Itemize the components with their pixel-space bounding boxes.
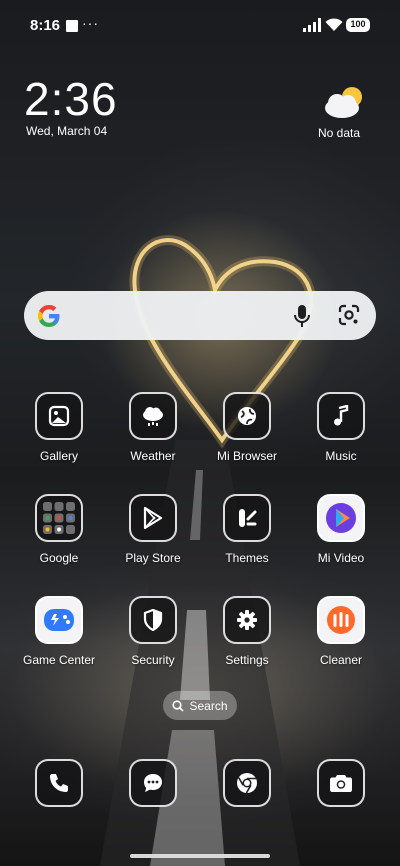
app-search-button[interactable]: Search — [163, 691, 237, 720]
app-label: Weather — [130, 449, 176, 463]
app-label: Cleaner — [319, 653, 363, 667]
dock-messages[interactable] — [129, 759, 177, 807]
app-label: Music — [325, 449, 357, 463]
game-center-icon — [35, 596, 83, 644]
globe-icon — [223, 392, 271, 440]
app-label: Game Center — [22, 653, 96, 667]
mi-video-icon — [317, 494, 365, 542]
battery-icon: 100 — [346, 18, 370, 32]
app-gallery[interactable]: Gallery — [12, 392, 106, 463]
chrome-icon — [237, 773, 257, 794]
search-icon — [172, 699, 185, 712]
dock-phone[interactable] — [35, 759, 83, 807]
play-store-icon — [129, 494, 177, 542]
app-label: Security — [131, 653, 175, 667]
app-weather[interactable]: Weather — [106, 392, 200, 463]
weather-text: No data — [317, 126, 361, 140]
google-lens-icon[interactable] — [338, 304, 360, 326]
weather-widget[interactable]: No data — [314, 84, 374, 140]
more-notifications-icon: ··· — [82, 15, 99, 31]
shield-icon — [129, 596, 177, 644]
gallery-icon — [35, 392, 83, 440]
app-label: Themes — [225, 551, 269, 565]
music-note-icon — [317, 392, 365, 440]
home-indicator[interactable] — [130, 854, 270, 858]
cleaner-icon — [317, 596, 365, 644]
app-play-store[interactable]: Play Store — [106, 494, 200, 565]
app-google-folder[interactable]: Google — [12, 494, 106, 565]
app-label: Settings — [225, 653, 269, 667]
app-settings[interactable]: Settings — [200, 596, 294, 667]
themes-icon — [223, 494, 271, 542]
gear-icon — [223, 596, 271, 644]
app-game-center[interactable]: Game Center — [12, 596, 106, 667]
signal-icon — [303, 18, 321, 32]
notification-icon — [66, 20, 78, 32]
weather-cloud-icon — [129, 392, 177, 440]
app-security[interactable]: Security — [106, 596, 200, 667]
camera-icon — [330, 775, 352, 792]
app-mi-browser[interactable]: Mi Browser — [200, 392, 294, 463]
clock-date[interactable]: Wed, March 04 — [26, 124, 107, 138]
app-label: Gallery — [39, 449, 78, 463]
app-label: Mi Video — [317, 551, 365, 565]
app-music[interactable]: Music — [294, 392, 388, 463]
app-label: Play Store — [125, 551, 181, 565]
voice-search-icon[interactable] — [292, 304, 312, 328]
google-search-bar[interactable] — [24, 291, 376, 340]
weather-sun-cloud-icon — [325, 87, 362, 118]
app-cleaner[interactable]: Cleaner — [294, 596, 388, 667]
status-time: 8:16 — [30, 17, 61, 34]
phone-icon — [50, 774, 68, 792]
app-label: Mi Browser — [216, 449, 277, 463]
app-label: Google — [39, 551, 79, 565]
search-pill-label: Search — [189, 698, 228, 713]
app-themes[interactable]: Themes — [200, 494, 294, 565]
wifi-icon — [325, 18, 343, 31]
status-bar: 8:16 ··· 100 — [0, 0, 400, 54]
google-logo-icon — [38, 305, 60, 327]
dock-camera[interactable] — [317, 759, 365, 807]
clock-time[interactable]: 2:36 — [24, 76, 118, 122]
google-folder-icon — [35, 494, 83, 542]
messages-icon — [144, 774, 162, 792]
app-mi-video[interactable]: Mi Video — [294, 494, 388, 565]
dock-chrome[interactable] — [223, 759, 271, 807]
